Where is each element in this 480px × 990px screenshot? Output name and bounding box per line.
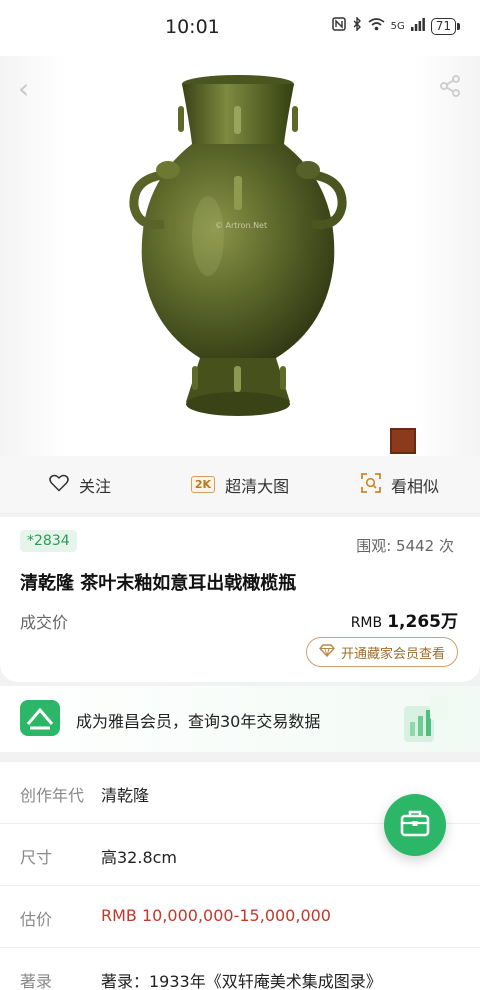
open-vip-button[interactable]: 开通藏家会员查看 <box>305 637 458 667</box>
hd-image-label: 超清大图 <box>225 476 290 496</box>
detail-value: 著录：1933年《双轩庵美术集成图录》 <box>101 972 382 990</box>
2k-icon: 2K <box>190 476 216 493</box>
price-label: 成交价 <box>20 613 69 632</box>
heart-icon <box>49 474 69 496</box>
scan-search-icon <box>361 472 381 497</box>
network-type: 5G <box>390 20 405 32</box>
open-vip-label: 开通藏家会员查看 <box>340 646 445 662</box>
estimate-value: RMB 10,000,000-15,000,000 <box>101 906 331 925</box>
share-icon[interactable] <box>438 74 462 102</box>
battery-icon: 71 <box>430 17 461 35</box>
follow-button[interactable]: 关注 <box>0 473 160 497</box>
artron-logo-icon <box>20 700 60 740</box>
lot-title: 清乾隆 茶叶末釉如意耳出戟橄榄瓶 <box>20 573 297 594</box>
back-icon[interactable]: ‹ <box>18 72 29 105</box>
watermark-text: © Artron.Net <box>215 221 268 230</box>
view-count: 围观: 5442 次 <box>356 537 454 555</box>
detail-value: 高32.8cm <box>101 848 178 867</box>
data-chart-illustration <box>400 692 450 748</box>
detail-key: 著录 <box>20 972 53 990</box>
hd-image-button[interactable]: 2K 超清大图 <box>160 473 320 497</box>
seal-mark <box>390 428 416 454</box>
hammer-price: RMB 1,265万 <box>351 607 458 632</box>
status-bar: 10:01 5G 71 <box>0 0 480 56</box>
similar-label: 看相似 <box>390 476 439 496</box>
lot-number-badge: *2834 <box>20 530 77 552</box>
action-bar: 关注 2K 超清大图 看相似 <box>0 456 480 514</box>
price-currency: RMB <box>350 615 383 631</box>
similar-button[interactable]: 看相似 <box>320 472 480 497</box>
status-icons: 5G 71 <box>331 16 461 35</box>
detail-value: 清乾隆 <box>101 786 150 805</box>
follow-label: 关注 <box>78 476 111 496</box>
signal-icon <box>410 17 425 35</box>
detail-key: 估价 <box>20 910 53 929</box>
status-time: 10:01 <box>165 16 220 38</box>
detail-row-estimate: 估价 RMB 10,000,000-15,000,000 <box>0 886 480 948</box>
membership-banner-text: 成为雅昌会员，查询30年交易数据 <box>76 712 321 731</box>
detail-key: 尺寸 <box>20 848 53 867</box>
membership-banner[interactable]: 成为雅昌会员，查询30年交易数据 <box>0 686 480 752</box>
detail-row-record: 著录 著录：1933年《双轩庵美术集成图录》 <box>0 948 480 990</box>
lot-info-card: *2834 围观: 5442 次 清乾隆 茶叶末釉如意耳出戟橄榄瓶 成交价 RM… <box>0 517 480 682</box>
diamond-icon <box>319 643 335 661</box>
bluetooth-icon <box>352 16 362 35</box>
briefcase-fab-button[interactable] <box>384 794 446 856</box>
price-amount: 1,265万 <box>387 612 458 632</box>
wifi-icon <box>368 17 385 35</box>
nfc-icon <box>331 17 346 35</box>
artwork-image[interactable]: ‹ © Artron.Net <box>0 56 480 456</box>
briefcase-icon <box>400 809 430 841</box>
detail-key: 创作年代 <box>20 786 85 805</box>
vase-image <box>129 75 347 416</box>
